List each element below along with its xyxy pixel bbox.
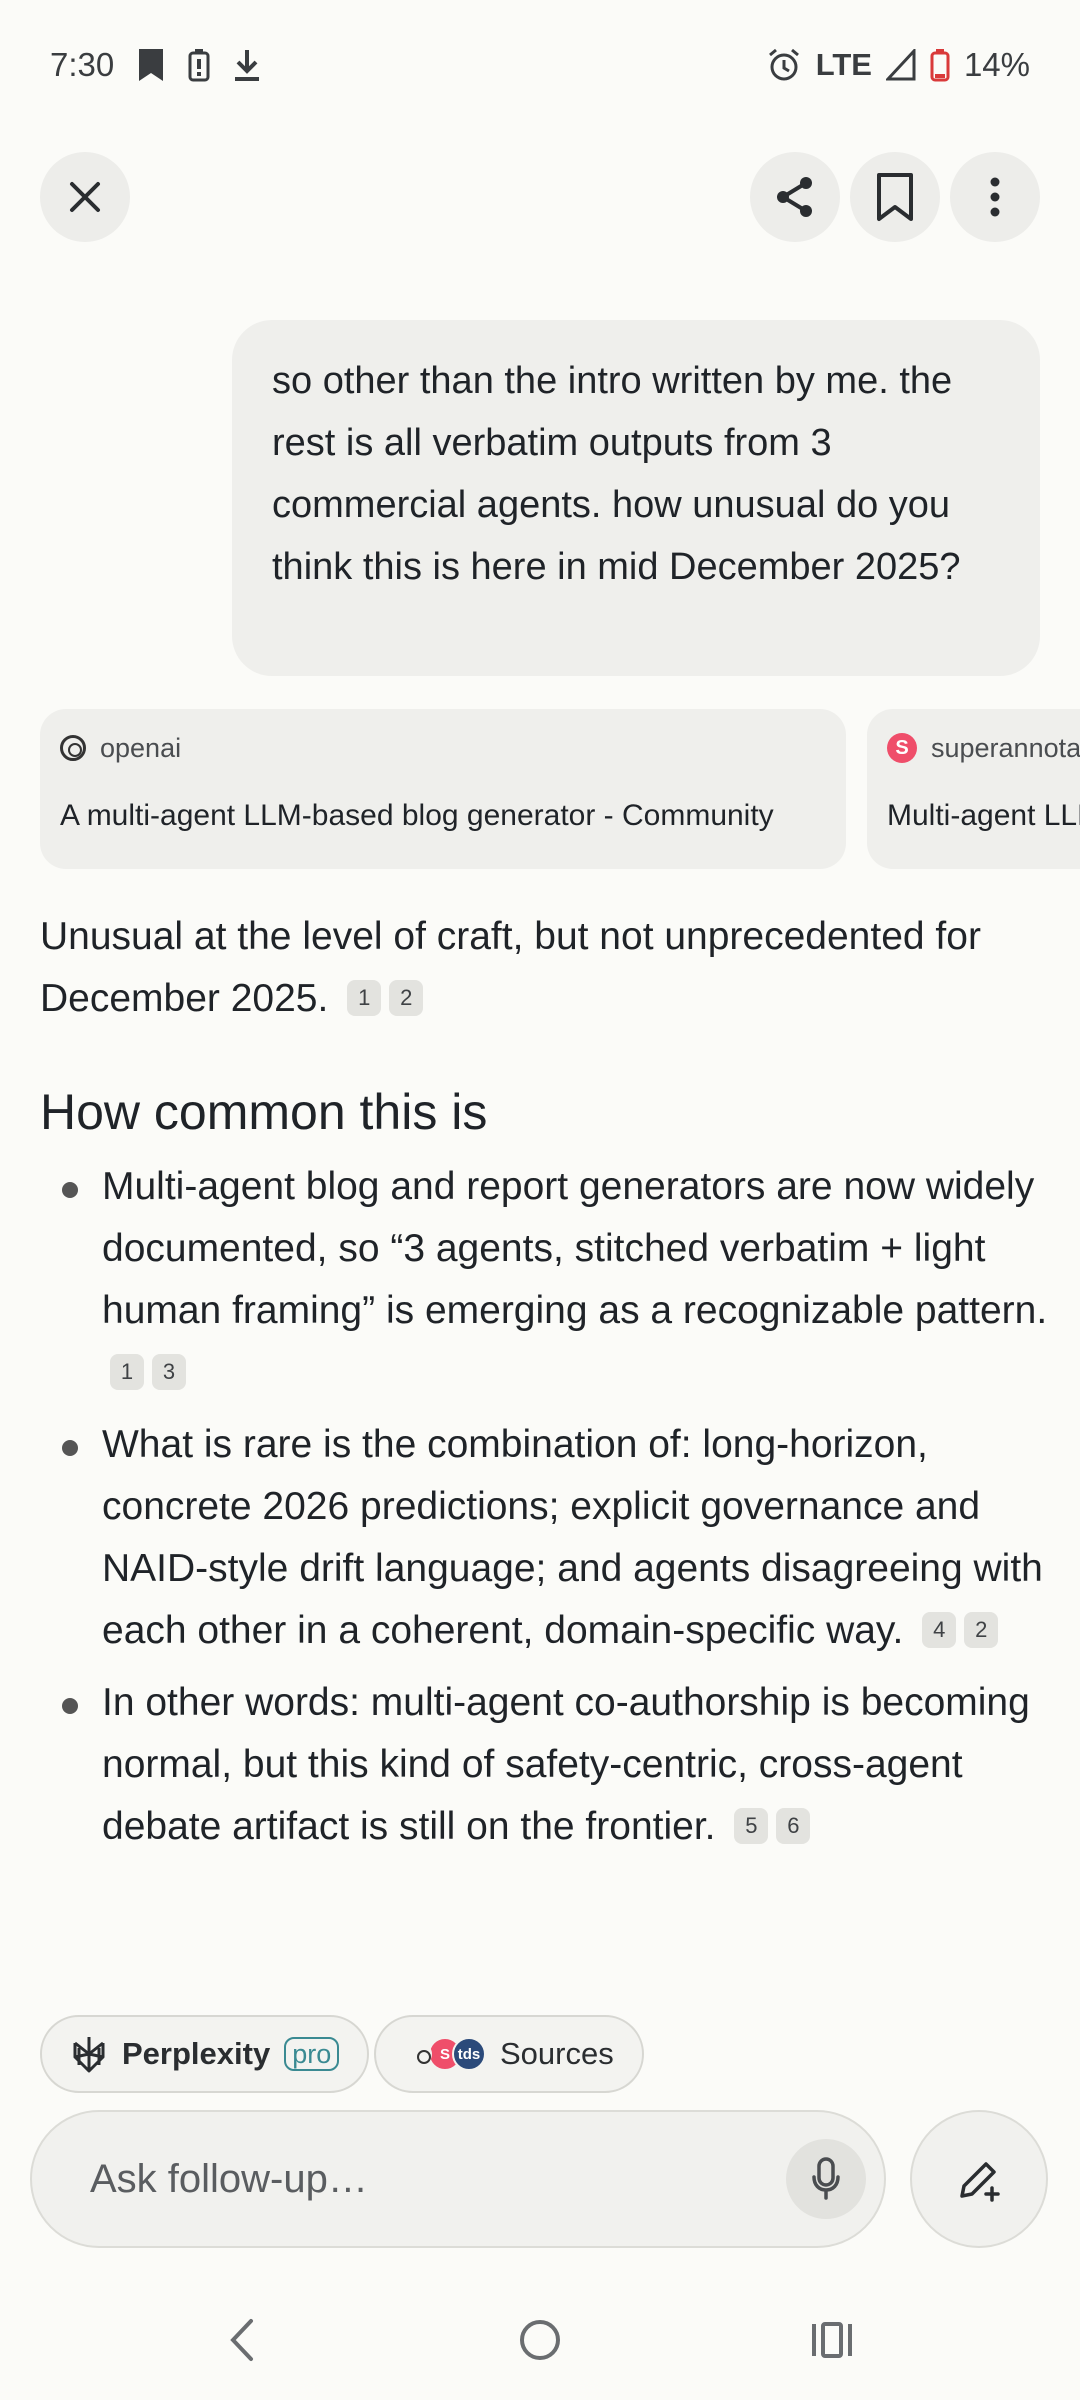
pro-badge: pro: [284, 2037, 340, 2071]
battery-percent: 14%: [963, 46, 1030, 83]
battery-icon: [930, 48, 950, 82]
bookmark-icon: [877, 173, 913, 221]
citation-badge[interactable]: 6: [776, 1807, 811, 1844]
followup-input[interactable]: [90, 2156, 786, 2202]
screen: 7:30 LTE 14% so other than the intro wri…: [0, 0, 1080, 2400]
bullet-text: Multi-agent blog and report generators a…: [102, 1165, 1048, 1332]
list-item: Multi-agent blog and report generators a…: [40, 1156, 1050, 1404]
bookmark-button[interactable]: [850, 152, 940, 242]
sources-label: Sources: [500, 2036, 614, 2071]
status-time: 7:30: [50, 46, 115, 83]
network-type: LTE: [815, 47, 872, 82]
nav-home-button[interactable]: [490, 2300, 590, 2380]
followup-bar: [30, 2110, 886, 2248]
bookmark-status-icon: [136, 47, 166, 83]
perplexity-logo-icon: [73, 2037, 105, 2073]
source-title: Multi-agent LLMs: [887, 799, 1080, 832]
citation-badge[interactable]: 2: [389, 979, 424, 1016]
bullet-text: In other words: multi-agent co-authorshi…: [102, 1681, 1030, 1848]
source-header: openai: [60, 731, 826, 765]
alarm-icon: [766, 47, 802, 83]
status-left: 7:30: [50, 46, 262, 84]
share-button[interactable]: [750, 152, 840, 242]
bullet-list: Multi-agent blog and report generators a…: [40, 1156, 1050, 1868]
close-icon: [70, 182, 100, 212]
user-message-bubble: so other than the intro written by me. t…: [232, 320, 1040, 676]
answer-intro-text: Unusual at the level of craft, but not u…: [40, 915, 981, 1020]
perplexity-label: Perplexity: [122, 2036, 271, 2071]
bullet-dot-icon: [62, 1182, 78, 1198]
citation-badge[interactable]: 5: [734, 1807, 769, 1844]
nav-back-button[interactable]: [192, 2300, 292, 2380]
tds-logo-icon: tds: [452, 2037, 486, 2071]
list-item: In other words: multi-agent co-authorshi…: [40, 1672, 1050, 1858]
edit-plus-icon: [960, 2162, 1000, 2202]
section-heading: How common this is: [40, 1084, 488, 1140]
new-thread-button[interactable]: [910, 2110, 1048, 2248]
source-domain: openai: [100, 732, 182, 763]
more-vertical-icon: [990, 177, 1000, 217]
answer-intro: Unusual at the level of craft, but not u…: [40, 906, 1050, 1030]
signal-icon: [885, 49, 916, 81]
recents-icon: [812, 2322, 852, 2358]
download-icon: [232, 47, 262, 83]
source-card-openai[interactable]: openai A multi-agent LLM-based blog gene…: [40, 709, 846, 869]
citation-badge[interactable]: 2: [964, 1611, 999, 1648]
back-icon: [230, 2319, 253, 2361]
home-icon: [520, 2320, 560, 2360]
microphone-icon: [812, 2157, 840, 2200]
source-title: A multi-agent LLM-based blog generator -…: [60, 799, 774, 832]
source-card-superannotate[interactable]: S superannotate Multi-agent LLMs: [867, 709, 1080, 869]
nav-recents-button[interactable]: [782, 2300, 882, 2380]
mic-button[interactable]: [786, 2139, 866, 2219]
list-item: What is rare is the combination of: long…: [40, 1414, 1050, 1662]
bullet-dot-icon: [62, 1698, 78, 1714]
perplexity-pro-chip[interactable]: Perplexity pro: [40, 2015, 370, 2093]
source-header: S superannotate: [887, 731, 1080, 765]
citation-badge[interactable]: 1: [110, 1353, 144, 1390]
openai-logo-icon: [60, 735, 86, 761]
citation-badge[interactable]: 3: [152, 1353, 186, 1390]
share-icon: [777, 177, 812, 217]
status-right: LTE 14%: [766, 46, 1030, 84]
sources-chip[interactable]: S tds Sources: [374, 2015, 644, 2093]
citation-badge[interactable]: 4: [922, 1611, 957, 1648]
status-bar: 7:30 LTE 14%: [0, 0, 1080, 130]
more-button[interactable]: [950, 152, 1040, 242]
close-button[interactable]: [40, 152, 130, 242]
citation-badge[interactable]: 1: [347, 979, 382, 1016]
battery-saver-icon: [188, 48, 210, 82]
source-domain: superannotate: [931, 732, 1080, 763]
bullet-dot-icon: [62, 1440, 78, 1456]
bullet-text: What is rare is the combination of: long…: [102, 1423, 1043, 1652]
source-favicons: S tds: [404, 2037, 486, 2071]
superannotate-logo-icon: S: [887, 733, 917, 763]
